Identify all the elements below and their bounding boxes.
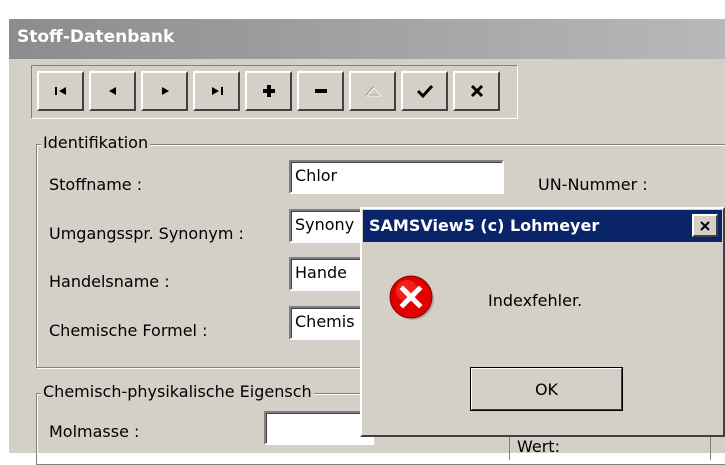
first-icon [54, 87, 66, 95]
next-icon [161, 87, 169, 95]
prior-record-button[interactable] [89, 71, 136, 111]
error-dialog: SAMSView5 (c) Lohmeyer Indexfehler. OK [360, 207, 725, 437]
dialog-titlebar[interactable]: SAMSView5 (c) Lohmeyer [363, 210, 722, 242]
post-record-button[interactable] [401, 71, 448, 111]
insert-record-button[interactable] [245, 71, 292, 111]
dialog-close-button[interactable] [692, 214, 718, 237]
molmasse-label: Molmasse : [49, 422, 140, 441]
plus-icon [262, 85, 275, 97]
synonym-label: Umgangsspr. Synonym : [49, 224, 244, 243]
ok-button-label: OK [534, 379, 559, 399]
ok-button[interactable]: OK [470, 367, 623, 411]
identifikation-group-label: Identifikation [41, 133, 151, 152]
molmasse-field[interactable] [264, 411, 374, 445]
x-icon [470, 84, 483, 98]
last-icon [211, 87, 223, 95]
window-title: Stoff-Datenbank [17, 27, 175, 47]
window-titlebar[interactable]: Stoff-Datenbank [9, 19, 725, 59]
eigenschaften-group-label: Chemisch-physikalische Eigensch [41, 382, 314, 401]
handelsname-label: Handelsname : [49, 272, 170, 291]
dialog-title: SAMSView5 (c) Lohmeyer [369, 216, 600, 235]
minus-icon [314, 89, 327, 93]
navigator-toolbar [31, 65, 518, 119]
edit-record-button[interactable] [349, 71, 396, 111]
close-icon [700, 220, 710, 231]
formel-label: Chemische Formel : [49, 321, 208, 340]
un-nummer-label: UN-Nummer : [538, 175, 648, 194]
cancel-record-button[interactable] [453, 71, 500, 111]
delete-record-button[interactable] [297, 71, 344, 111]
checkmark-icon [416, 84, 433, 99]
error-icon [387, 273, 437, 327]
dialog-message: Indexfehler. [488, 291, 583, 310]
last-record-button[interactable] [193, 71, 240, 111]
stoffname-label: Stoffname : [49, 175, 143, 194]
triangle-up-icon [364, 86, 382, 97]
wert-label: Wert: [517, 437, 560, 456]
prior-icon [108, 87, 116, 95]
first-record-button[interactable] [37, 71, 84, 111]
next-record-button[interactable] [141, 71, 188, 111]
stoffname-field[interactable]: Chlor [289, 160, 504, 194]
